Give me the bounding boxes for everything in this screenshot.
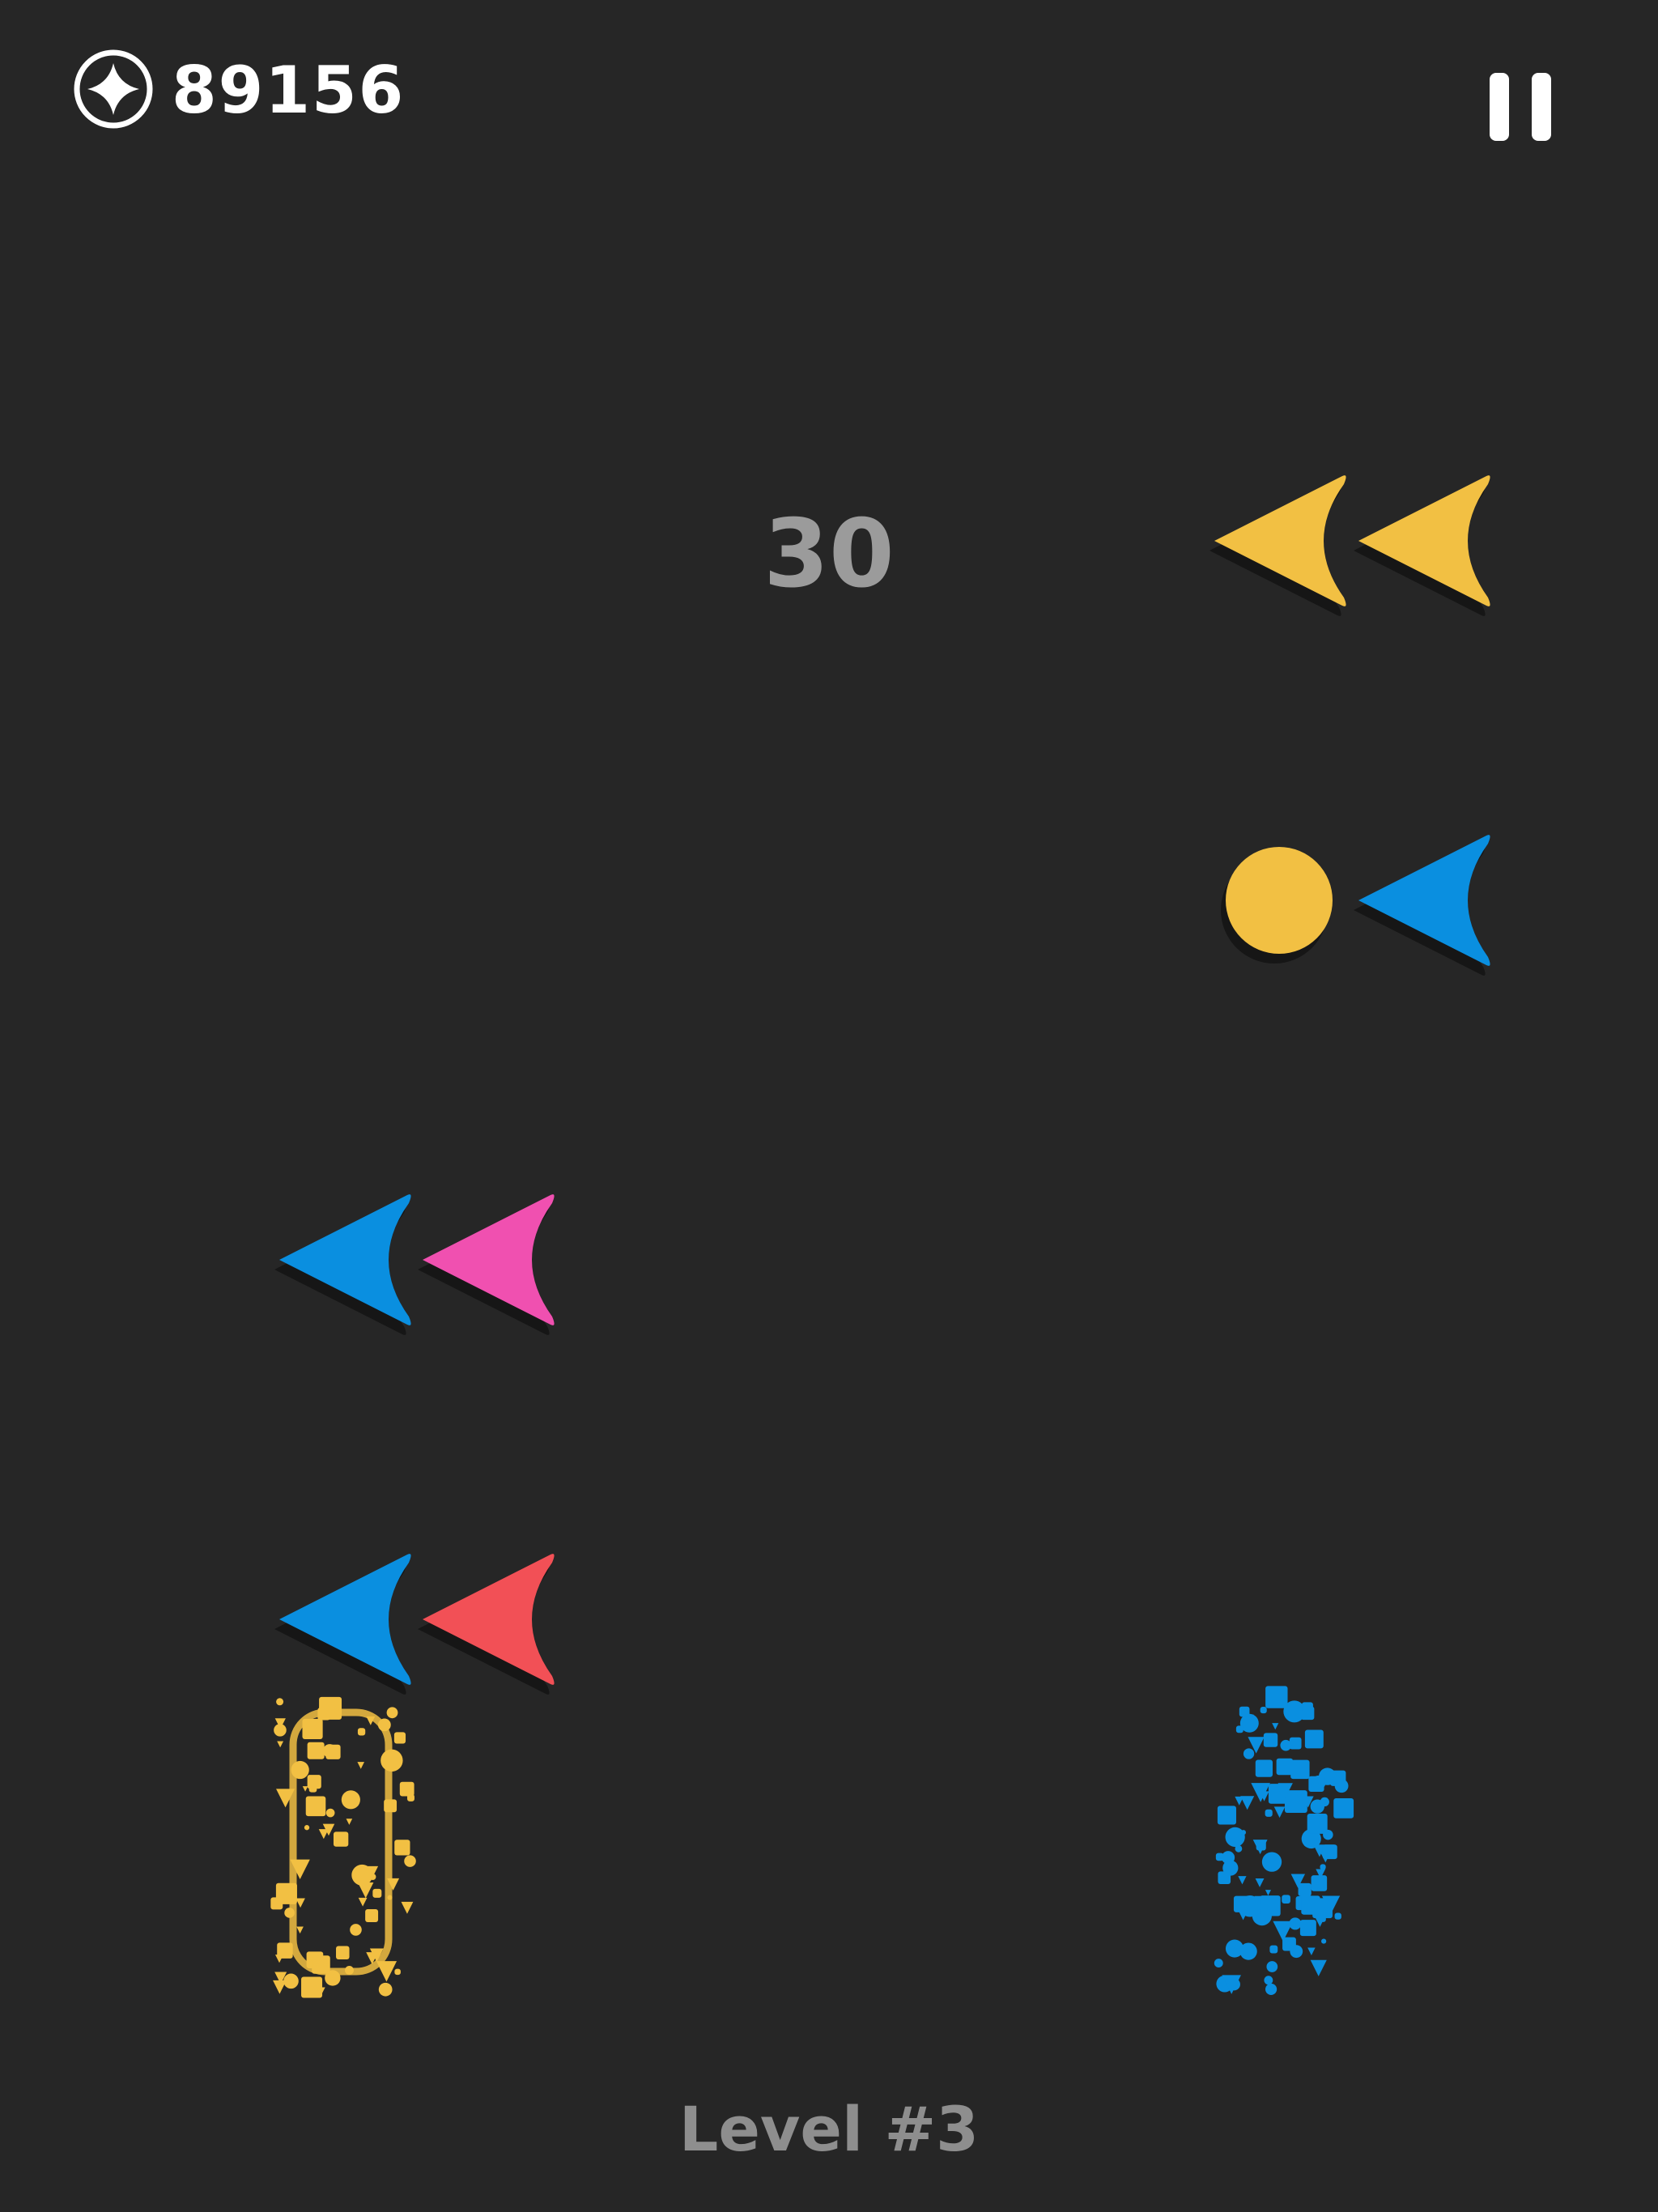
yellow-ball — [1221, 847, 1333, 963]
play-field — [270, 475, 1490, 1998]
yellow-shatter — [270, 1696, 416, 1998]
blue-arrow — [1354, 835, 1490, 976]
blue-shatter — [1214, 1686, 1354, 1996]
blue-arrow — [274, 1194, 411, 1335]
blue-arrow — [274, 1554, 411, 1695]
level-label: Level #3 — [678, 2093, 980, 2165]
yellow-arrow — [1209, 475, 1346, 616]
red-arrow — [418, 1554, 555, 1695]
yellow-arrow — [1354, 475, 1490, 616]
game-stage[interactable]: 89156 30 Level #3 — [0, 0, 1658, 2212]
pink-arrow — [418, 1194, 555, 1335]
